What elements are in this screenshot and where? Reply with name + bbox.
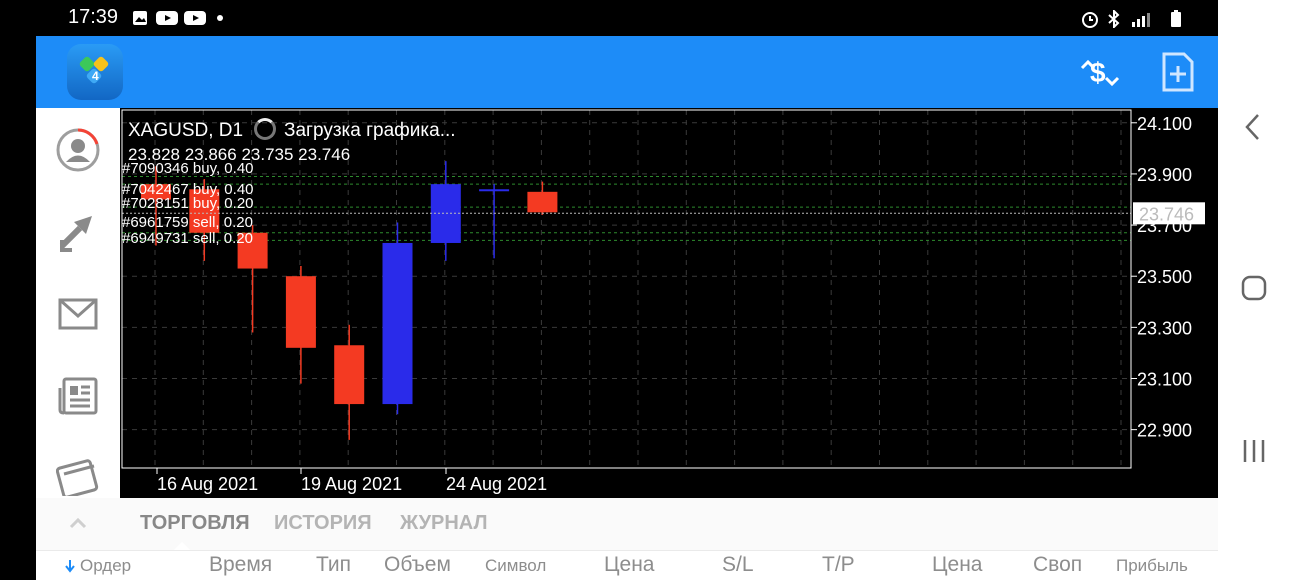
price-tick-label: 22.900 xyxy=(1137,421,1192,441)
current-price-label: 23.746 xyxy=(1139,204,1194,224)
sidebar xyxy=(36,108,120,498)
youtube-icon xyxy=(156,11,178,25)
col-swap[interactable]: Своп xyxy=(1033,553,1082,577)
table-header: Ордер Время Тип Объем Символ Цена S/L T/… xyxy=(36,550,1218,580)
date-tick-label: 19 Aug 2021 xyxy=(301,474,402,494)
one-click-trading-icon[interactable]: $ xyxy=(1076,50,1124,94)
col-volume[interactable]: Объем xyxy=(384,553,451,577)
position-label: #7028151 buy, 0.20 xyxy=(122,195,254,212)
metatrader-logo-icon[interactable]: 4 xyxy=(67,44,123,100)
date-tick-label: 24 Aug 2021 xyxy=(446,474,547,494)
chevron-up-icon[interactable] xyxy=(68,513,88,533)
toolbox-panel: ТОРГОВЛЯ ИСТОРИЯ ЖУРНАЛ Ордер Время Тип … xyxy=(36,498,1218,580)
status-bar: 17:39 xyxy=(36,0,1218,36)
candle-body xyxy=(479,189,510,192)
youtube-icon xyxy=(184,11,206,25)
candle-body xyxy=(527,191,558,213)
svg-text:$: $ xyxy=(1090,57,1106,88)
calendar-icon[interactable] xyxy=(54,452,102,500)
tab-journal[interactable]: ЖУРНАЛ xyxy=(400,512,488,535)
position-label: #7090346 buy, 0.40 xyxy=(122,160,254,177)
position-label: #6949731 sell, 0.20 xyxy=(122,230,253,247)
svg-text:4: 4 xyxy=(92,69,99,83)
price-chart[interactable]: 24.100 23.900 23.700 23.500 23.300 23.100 22.9… xyxy=(120,108,1218,498)
price-tick-label: 23.100 xyxy=(1137,370,1192,390)
col-tp[interactable]: T/P xyxy=(822,553,855,577)
alarm-icon xyxy=(1082,12,1098,28)
battery-icon xyxy=(1171,10,1181,27)
new-order-icon[interactable] xyxy=(1160,52,1196,92)
news-icon[interactable] xyxy=(54,372,102,420)
date-tick-label: 16 Aug 2021 xyxy=(157,474,258,494)
col-current-price[interactable]: Цена xyxy=(932,553,983,577)
chart-symbol-label: XAGUSD, D1 xyxy=(128,120,244,141)
notification-dot-icon xyxy=(217,15,223,21)
price-tick-label: 23.900 xyxy=(1137,165,1192,185)
tab-history[interactable]: ИСТОРИЯ xyxy=(274,512,372,535)
tab-indicator xyxy=(174,542,190,550)
candle-body xyxy=(285,276,316,348)
system-nav-bar xyxy=(1218,0,1290,580)
price-tick-label: 24.100 xyxy=(1137,114,1192,134)
app-bar: 4 $ xyxy=(36,36,1218,108)
col-sl[interactable]: S/L xyxy=(722,553,754,577)
col-order[interactable]: Ордер xyxy=(80,556,131,576)
chart-canvas: 24.10023.90023.70023.50023.30023.10022.9… xyxy=(121,109,1205,494)
col-profit[interactable]: Прибыль xyxy=(1116,556,1188,576)
price-tick-label: 23.500 xyxy=(1137,267,1192,287)
recent-apps-icon[interactable] xyxy=(1240,438,1268,464)
candle-body xyxy=(334,345,365,405)
gallery-icon xyxy=(133,11,147,25)
loading-spinner-icon xyxy=(254,118,276,140)
mail-icon[interactable] xyxy=(54,290,102,338)
position-label: #6961759 sell, 0.20 xyxy=(122,214,253,231)
col-symbol[interactable]: Символ xyxy=(485,556,546,576)
bluetooth-icon xyxy=(1108,10,1120,28)
chart-loading-status: Загрузка графика... xyxy=(284,120,456,141)
account-icon[interactable] xyxy=(54,126,102,174)
candle-body xyxy=(382,242,413,405)
signal-icon xyxy=(1132,13,1150,27)
status-time: 17:39 xyxy=(68,6,119,28)
col-time[interactable]: Время xyxy=(209,553,272,577)
col-type[interactable]: Тип xyxy=(316,553,351,577)
sort-arrow-down-icon[interactable] xyxy=(64,559,76,573)
trade-arrows-icon[interactable] xyxy=(54,208,102,256)
col-price[interactable]: Цена xyxy=(604,553,655,577)
back-icon[interactable] xyxy=(1242,113,1264,141)
price-tick-label: 23.300 xyxy=(1137,318,1192,338)
screen: 17:39 4 $ 24.100 23.900 23.700 23.500 23… xyxy=(0,0,1290,580)
home-icon[interactable] xyxy=(1240,274,1268,302)
tab-trade[interactable]: ТОРГОВЛЯ xyxy=(140,512,250,535)
